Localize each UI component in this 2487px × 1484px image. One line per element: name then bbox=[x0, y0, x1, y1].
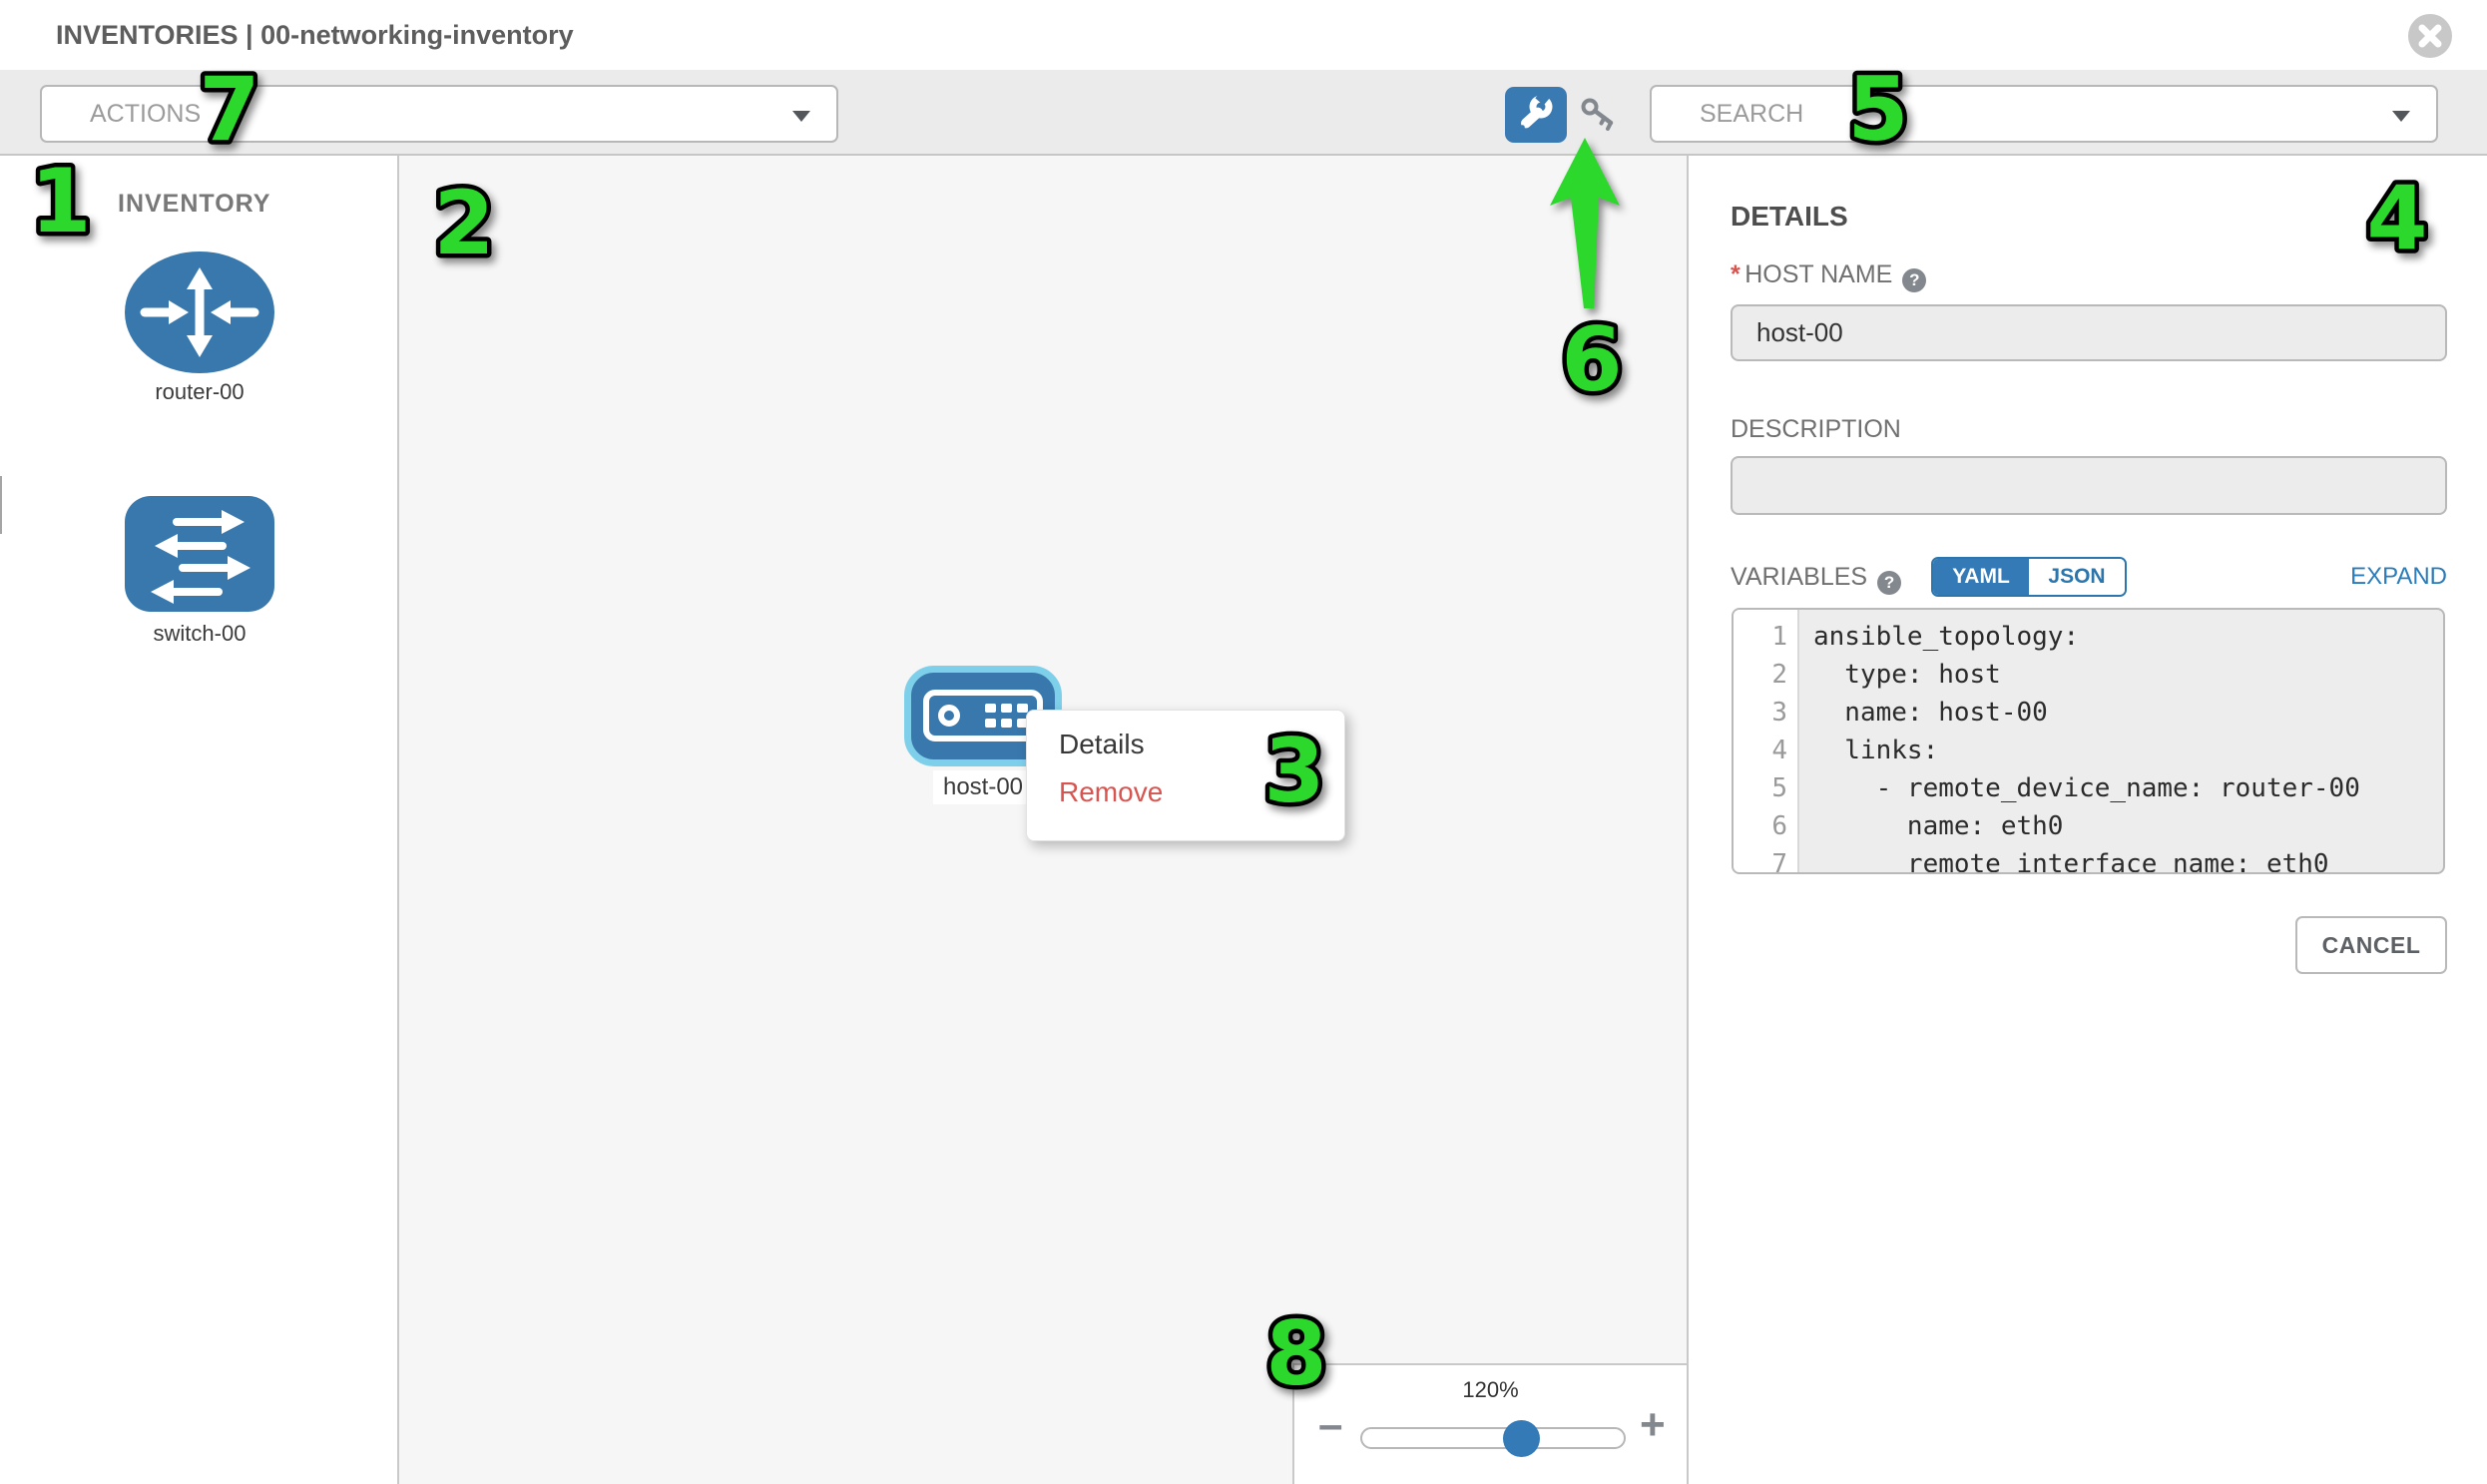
editor-line-number: 7 bbox=[1734, 845, 1797, 874]
cancel-button[interactable]: CANCEL bbox=[2295, 916, 2447, 974]
router-icon bbox=[125, 360, 274, 377]
required-asterisk: * bbox=[1731, 260, 1741, 288]
zoom-percent: 120% bbox=[1294, 1377, 1687, 1403]
editor-line-number: 6 bbox=[1734, 807, 1797, 845]
search-dropdown[interactable]: SEARCH bbox=[1650, 85, 2438, 143]
page-title: INVENTORIES | 00-networking-inventory bbox=[56, 0, 574, 70]
actions-dropdown[interactable]: ACTIONS bbox=[40, 85, 838, 143]
chevron-down-icon bbox=[2392, 111, 2410, 122]
json-toggle-button[interactable]: JSON bbox=[2029, 559, 2125, 595]
expand-link[interactable]: EXPAND bbox=[2350, 563, 2447, 591]
sidebar-item-switch-label: switch-00 bbox=[60, 621, 339, 647]
chevron-down-icon bbox=[792, 111, 810, 122]
key-button[interactable] bbox=[1578, 96, 1626, 138]
question-circle-icon[interactable]: ? bbox=[1877, 571, 1901, 595]
details-panel-title: DETAILS bbox=[1731, 201, 1848, 233]
zoom-in-button[interactable]: + bbox=[1640, 1403, 1666, 1447]
tools-button[interactable] bbox=[1505, 87, 1567, 143]
host-name-field-label-row: * HOST NAME? bbox=[1731, 260, 1926, 292]
editor-code-line: - remote_device_name: router-00 bbox=[1813, 769, 2443, 807]
zoom-widget: 120% – + bbox=[1292, 1363, 1689, 1484]
editor-code-line: name: eth0 bbox=[1813, 807, 2443, 845]
sidebar-scrollbar[interactable] bbox=[0, 476, 2, 534]
sidebar-item-router-label: router-00 bbox=[60, 379, 339, 405]
variables-label: VARIABLES bbox=[1731, 563, 1867, 591]
context-menu-item-details[interactable]: Details bbox=[1059, 725, 1145, 764]
host-name-input[interactable]: host-00 bbox=[1731, 304, 2447, 361]
context-menu-item-remove[interactable]: Remove bbox=[1059, 772, 1163, 812]
host-node-label: host-00 bbox=[933, 770, 1033, 804]
editor-line-number: 3 bbox=[1734, 694, 1797, 732]
inventory-title: INVENTORY bbox=[118, 190, 377, 219]
sidebar-item-router[interactable] bbox=[125, 251, 274, 378]
context-menu: Details Remove bbox=[1026, 710, 1345, 841]
host-name-label: HOST NAME bbox=[1744, 260, 1892, 288]
editor-line-number: 1 bbox=[1734, 618, 1797, 656]
format-toggle: YAML JSON bbox=[1931, 557, 2127, 597]
editor-line-number: 5 bbox=[1734, 769, 1797, 807]
editor-code-line: type: host bbox=[1813, 656, 2443, 694]
zoom-out-button[interactable]: – bbox=[1318, 1403, 1342, 1447]
key-icon bbox=[1578, 125, 1626, 142]
yaml-toggle-button[interactable]: YAML bbox=[1933, 559, 2029, 595]
header: INVENTORIES | 00-networking-inventory bbox=[0, 0, 2487, 72]
zoom-slider-thumb[interactable] bbox=[1503, 1420, 1540, 1457]
switch-icon bbox=[125, 599, 274, 616]
actions-dropdown-label: ACTIONS bbox=[90, 87, 201, 141]
editor-code-line: links: bbox=[1813, 732, 2443, 769]
editor-line-number: 2 bbox=[1734, 656, 1797, 694]
description-input[interactable] bbox=[1731, 456, 2447, 515]
question-circle-icon[interactable]: ? bbox=[1902, 268, 1926, 292]
network-visualizer-app: INVENTORIES | 00-networking-inventory AC… bbox=[0, 0, 2487, 1484]
editor-code-line: ansible_topology: bbox=[1813, 618, 2443, 656]
zoom-slider-track[interactable] bbox=[1360, 1427, 1626, 1449]
variables-label-row: VARIABLES? bbox=[1731, 563, 1901, 595]
editor-code-line: name: host-00 bbox=[1813, 694, 2443, 732]
variables-editor[interactable]: 1234567 ansible_topology: type: host nam… bbox=[1732, 608, 2445, 874]
details-panel: DETAILS * HOST NAME? host-00 DESCRIPTION… bbox=[1693, 156, 2487, 1484]
wrench-icon bbox=[1505, 130, 1567, 147]
search-dropdown-label: SEARCH bbox=[1700, 87, 1803, 141]
editor-line-numbers: 1234567 bbox=[1734, 610, 1799, 872]
description-label: DESCRIPTION bbox=[1731, 415, 1901, 444]
editor-line-number: 4 bbox=[1734, 732, 1797, 769]
close-button[interactable] bbox=[2408, 14, 2452, 58]
sidebar-item-switch[interactable] bbox=[125, 496, 274, 617]
editor-code-line: remote_interface_name: eth0 bbox=[1813, 845, 2443, 874]
editor-code[interactable]: ansible_topology: type: host name: host-… bbox=[1799, 610, 2443, 872]
topology-canvas[interactable]: host-00 Details Remove 120% – + bbox=[399, 156, 1689, 1484]
